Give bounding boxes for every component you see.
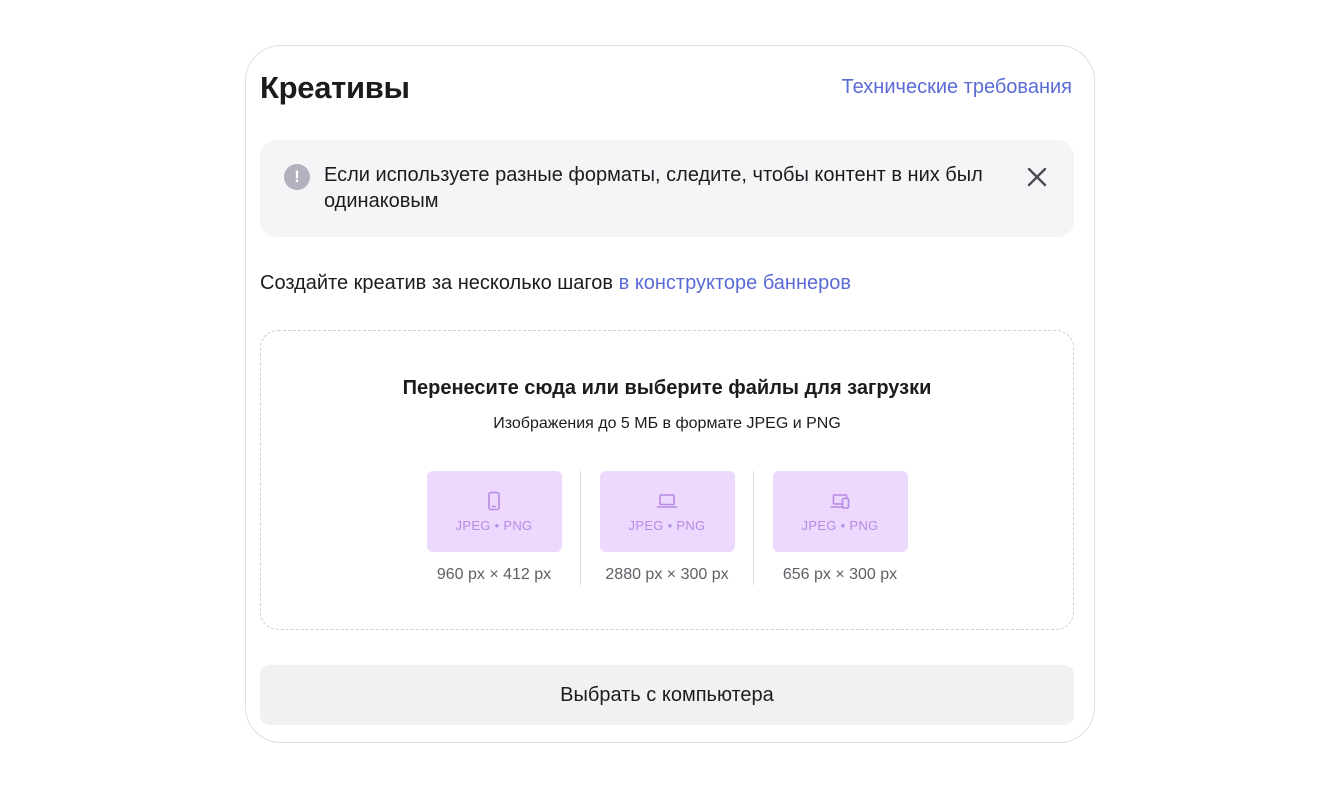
divider xyxy=(580,471,581,585)
format-label: JPEG • PNG xyxy=(801,517,879,533)
laptop-icon xyxy=(656,493,678,508)
dropzone-subtitle: Изображения до 5 МБ в формате JPEG и PNG xyxy=(493,415,841,432)
devices-icon xyxy=(830,493,850,509)
format-mobile[interactable]: JPEG • PNG 960 px × 412 px xyxy=(418,471,570,584)
format-multi-device[interactable]: JPEG • PNG 656 px × 300 px xyxy=(764,471,916,584)
close-icon[interactable] xyxy=(1022,162,1052,192)
constructor-hint-text: Создайте креатив за несколько шагов xyxy=(260,272,619,294)
constructor-hint: Создайте креатив за несколько шагов в ко… xyxy=(260,272,851,295)
format-size: 2880 px × 300 px xyxy=(605,566,729,583)
format-list: JPEG • PNG 960 px × 412 px JPEG • PNG 28… xyxy=(261,471,1073,585)
format-tile: JPEG • PNG xyxy=(599,471,735,552)
format-label: JPEG • PNG xyxy=(628,517,706,533)
tech-requirements-link[interactable]: Технические требования xyxy=(842,76,1072,99)
choose-from-computer-button[interactable]: Выбрать с компьютера xyxy=(260,665,1074,725)
divider xyxy=(753,471,754,585)
notice-banner: ! Если используете разные форматы, следи… xyxy=(260,140,1074,237)
creatives-card: Креативы Технические требования ! Если и… xyxy=(245,45,1095,743)
notice-text: Если используете разные форматы, следите… xyxy=(324,164,983,212)
page-title: Креативы xyxy=(260,70,410,105)
format-tile: JPEG • PNG xyxy=(772,471,908,552)
format-tile: JPEG • PNG xyxy=(426,471,562,552)
phone-icon xyxy=(488,491,500,510)
exclamation-icon: ! xyxy=(284,164,310,190)
format-size: 960 px × 412 px xyxy=(436,566,552,583)
format-size: 656 px × 300 px xyxy=(782,566,898,583)
banner-constructor-link[interactable]: в конструкторе баннеров xyxy=(619,272,851,294)
format-desktop[interactable]: JPEG • PNG 2880 px × 300 px xyxy=(591,471,743,584)
format-label: JPEG • PNG xyxy=(455,517,533,533)
dropzone-title: Перенесите сюда или выберите файлы для з… xyxy=(402,377,932,399)
file-dropzone[interactable]: Перенесите сюда или выберите файлы для з… xyxy=(260,330,1074,630)
